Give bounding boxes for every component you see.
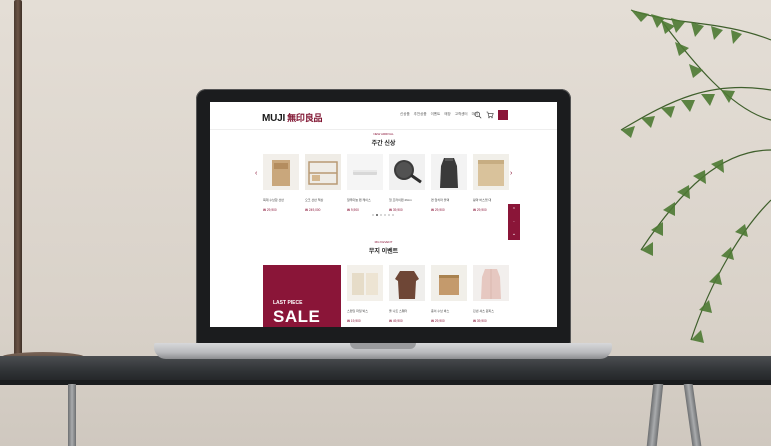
gnb-item[interactable]: 추천상품 <box>414 112 427 117</box>
pagination-dot[interactable] <box>392 214 394 216</box>
cart-icon[interactable] <box>486 111 494 119</box>
site-logo[interactable]: MUJI 無印良品 <box>262 111 323 124</box>
logo-text: MUJI <box>262 113 286 124</box>
search-icon[interactable] <box>474 111 482 119</box>
scroll-down-icon[interactable]: ⌄ <box>508 228 520 240</box>
product-image <box>389 265 425 301</box>
gnb-item[interactable]: 신상품 <box>400 112 410 117</box>
weekly-title: 주간 신상 <box>371 141 396 147</box>
banner-title: SALE <box>273 307 321 326</box>
product-name: 목재 수납함 선반 <box>263 198 284 202</box>
product-image <box>305 154 341 190</box>
product-price: ₩ 29,900 <box>431 319 445 323</box>
product-name: 오크 선반 책상 <box>305 198 324 202</box>
product-price: ₩ 29,900 <box>263 208 277 212</box>
desk-top <box>0 356 771 382</box>
product-price: ₩ 29,900 <box>431 208 445 212</box>
product-image <box>431 265 467 301</box>
pagination-dot[interactable] <box>388 214 390 216</box>
product-card[interactable]: 알루미늄 펜 케이스 ₩ 9,900 <box>347 154 383 212</box>
pagination-dot[interactable] <box>380 214 382 216</box>
product-name: 스탠딩 파일 박스 <box>347 309 368 313</box>
product-card[interactable]: 울 니트 스웨터 ₩ 49,900 <box>389 265 425 323</box>
product-name: 울 니트 스웨터 <box>389 309 408 313</box>
event-product-list: 스탠딩 파일 박스 ₩ 19,900 울 니트 스웨터 ₩ 49,900 종이 … <box>347 265 517 325</box>
weekly-carousel: 목재 수납함 선반 ₩ 29,900 오크 선반 책상 ₩ 249,000 알루… <box>263 154 509 214</box>
product-price: ₩ 39,900 <box>389 208 403 212</box>
gnb-item[interactable]: 매장 <box>444 112 450 117</box>
banner-subtitle: LAST PIECE <box>273 300 303 306</box>
product-price: ₩ 29,900 <box>473 208 487 212</box>
quick-side-rail: ⌃ · ⌄ <box>508 204 520 240</box>
product-card[interactable]: 오크 선반 책상 ₩ 249,000 <box>305 154 341 212</box>
product-price: ₩ 9,900 <box>347 208 359 212</box>
desk-leg <box>68 384 76 446</box>
product-card[interactable]: 황마 바스켓 대 ₩ 29,900 <box>473 154 509 212</box>
event-banner[interactable]: LAST PIECE SALE <box>263 265 341 327</box>
floor-lamp-pole <box>14 0 22 355</box>
carousel-prev-icon[interactable]: ‹ <box>255 170 257 177</box>
product-image <box>431 154 467 190</box>
product-name: 면 앞치마 블랙 <box>431 198 450 202</box>
product-card[interactable]: 종이 수납 박스 ₩ 29,900 <box>431 265 467 323</box>
product-image <box>473 154 509 190</box>
product-card[interactable]: 철 프라이팬 26cm ₩ 39,900 <box>389 154 425 212</box>
pagination-dot[interactable] <box>372 214 374 216</box>
gnb-item[interactable]: 고객센터 <box>455 112 468 117</box>
product-card[interactable]: 스탠딩 파일 박스 ₩ 19,900 <box>347 265 383 323</box>
product-name: 린넨 셔츠 원피스 <box>473 309 494 313</box>
product-price: ₩ 19,900 <box>347 319 361 323</box>
product-name: 알루미늄 펜 케이스 <box>347 198 371 202</box>
event-title: 무지 이벤트 <box>368 249 399 255</box>
global-nav: 신상품 추천상품 이벤트 매장 고객센터 마이 <box>400 112 478 117</box>
rail-divider-icon: · <box>513 219 515 225</box>
gnb-item[interactable]: 이벤트 <box>431 112 441 117</box>
site-header: MUJI 無印良品 신상품 추천상품 이벤트 매장 고객센터 마이 <box>210 102 557 130</box>
product-image <box>347 265 383 301</box>
product-card[interactable]: 목재 수납함 선반 ₩ 29,900 <box>263 154 299 212</box>
product-name: 종이 수납 박스 <box>431 309 450 313</box>
product-image <box>347 154 383 190</box>
pagination-dot-active[interactable] <box>376 214 378 216</box>
laptop-notch <box>350 343 416 349</box>
logo-kanji: 無印良品 <box>287 113 323 123</box>
product-price: ₩ 249,000 <box>305 208 321 212</box>
carousel-pagination <box>372 214 394 216</box>
product-price: ₩ 49,900 <box>389 319 403 323</box>
scroll-top-icon[interactable]: ⌃ <box>508 204 520 216</box>
laptop-screen: MUJI 無印良品 신상품 추천상품 이벤트 매장 고객센터 마이 NEW ARR… <box>210 102 557 327</box>
product-image <box>263 154 299 190</box>
product-image <box>389 154 425 190</box>
carousel-next-icon[interactable]: › <box>510 170 512 177</box>
product-image <box>473 265 509 301</box>
product-name: 철 프라이팬 26cm <box>389 198 412 202</box>
product-card[interactable]: 면 앞치마 블랙 ₩ 29,900 <box>431 154 467 212</box>
product-name: 황마 바스켓 대 <box>473 198 492 202</box>
product-price: ₩ 39,900 <box>473 319 487 323</box>
pagination-dot[interactable] <box>384 214 386 216</box>
menu-icon[interactable] <box>498 110 508 120</box>
product-card[interactable]: 린넨 셔츠 원피스 ₩ 39,900 <box>473 265 509 323</box>
